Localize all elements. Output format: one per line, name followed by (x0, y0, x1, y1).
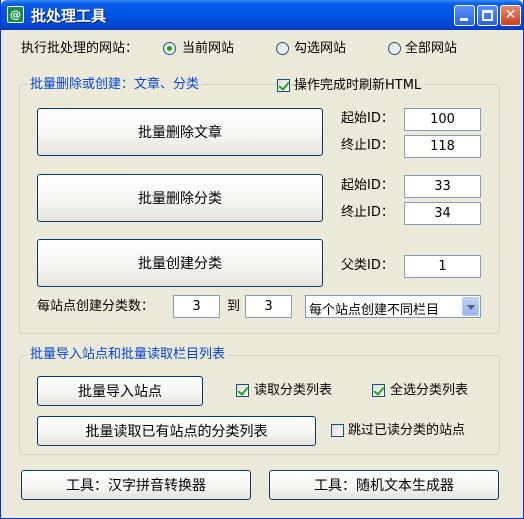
radio-all-sites-label[interactable]: 全部网站 (405, 41, 457, 57)
chevron-down-icon[interactable] (462, 297, 479, 316)
app-icon: @ (7, 6, 24, 23)
title-bar[interactable]: @ 批处理工具 ✕ (1, 0, 523, 30)
create-mode-selected: 每个站点创建不同栏目 (309, 303, 440, 318)
refresh-html-checkbox[interactable] (277, 79, 290, 92)
minimize-button[interactable] (454, 5, 475, 26)
categories-end-id-input[interactable]: 34 (404, 202, 481, 225)
random-text-generator-button[interactable]: 工具：随机文本生成器 (269, 470, 499, 500)
parent-id-input[interactable]: 1 (404, 255, 481, 278)
select-all-label[interactable]: 全选分类列表 (390, 383, 468, 399)
per-site-count-label: 每站点创建分类数： (37, 299, 155, 314)
read-list-checkbox[interactable] (236, 384, 249, 397)
batch-tool-window: @ 批处理工具 ✕ 执行批处理的网站： 当前网站 勾选网站 全部网站 批量删除或… (0, 0, 524, 519)
categories-start-id-label: 起始ID： (341, 178, 394, 193)
read-list-label[interactable]: 读取分类列表 (254, 383, 332, 399)
categories-end-id-label: 终止ID： (341, 205, 394, 220)
create-mode-select[interactable]: 每个站点创建不同栏目 (305, 295, 481, 318)
window-title: 批处理工具 (31, 7, 107, 25)
categories-start-id-input[interactable]: 33 (404, 175, 481, 198)
radio-all-sites[interactable] (388, 42, 401, 55)
batch-delete-create-legend: 批量删除或创建：文章、分类 (27, 77, 203, 93)
articles-end-id-input[interactable]: 118 (404, 135, 481, 158)
import-read-legend: 批量导入站点和批量读取栏目列表 (27, 347, 229, 363)
radio-current-site-label[interactable]: 当前网站 (182, 41, 234, 57)
radio-checked-sites-label[interactable]: 勾选网站 (294, 41, 346, 57)
radio-checked-sites[interactable] (276, 42, 289, 55)
radio-current-site[interactable] (163, 42, 176, 55)
skip-read-label[interactable]: 跳过已读分类的站点 (348, 423, 465, 439)
refresh-html-label[interactable]: 操作完成时刷新HTML (294, 78, 425, 94)
read-categories-button[interactable]: 批量读取已有站点的分类列表 (37, 416, 316, 446)
minimize-icon (460, 18, 468, 21)
parent-id-label: 父类ID： (341, 258, 394, 273)
delete-articles-button[interactable]: 批量删除文章 (37, 108, 323, 156)
skip-read-checkbox[interactable] (331, 424, 344, 437)
maximize-button[interactable] (477, 5, 498, 26)
close-button[interactable]: ✕ (500, 5, 521, 26)
per-site-to-input[interactable]: 3 (245, 295, 292, 318)
per-site-to-label: 到 (227, 299, 241, 314)
articles-start-id-label: 起始ID： (341, 111, 394, 126)
select-all-checkbox[interactable] (372, 384, 385, 397)
delete-categories-button[interactable]: 批量删除分类 (37, 174, 323, 222)
articles-start-id-input[interactable]: 100 (404, 108, 481, 131)
close-icon: ✕ (504, 7, 517, 23)
pinyin-converter-button[interactable]: 工具：汉字拼音转换器 (21, 470, 251, 500)
maximize-icon (482, 10, 493, 21)
create-categories-button[interactable]: 批量创建分类 (37, 239, 323, 287)
site-select-label: 执行批处理的网站： (21, 41, 139, 56)
articles-end-id-label: 终止ID： (341, 138, 394, 153)
import-sites-button[interactable]: 批量导入站点 (37, 376, 203, 406)
per-site-from-input[interactable]: 3 (173, 295, 220, 318)
